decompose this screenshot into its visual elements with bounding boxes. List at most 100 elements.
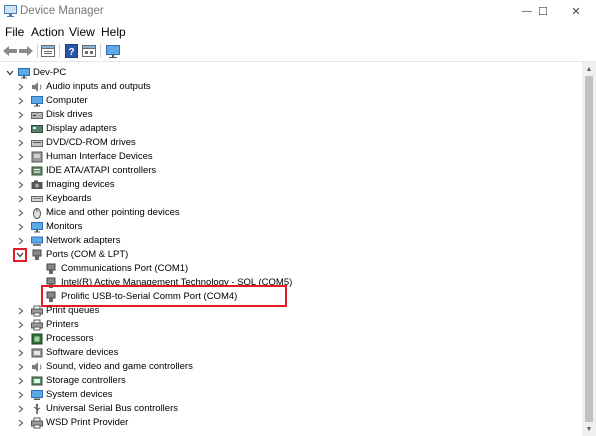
menu-bar: File Action View Help [0,23,596,41]
tree-category[interactable]: Audio inputs and outputs [0,80,580,94]
tree-category-label: Keyboards [46,193,92,204]
hid-icon [31,151,43,163]
tree-category-label: IDE ATA/ATAPI controllers [46,165,157,176]
tree-category[interactable]: Universal Serial Bus controllers [0,402,580,416]
tree-category[interactable]: Human Interface Devices [0,150,580,164]
tree-category[interactable]: System devices [0,388,580,402]
tree-category-label: Mice and other pointing devices [46,207,180,218]
toolbar: ? [0,41,596,62]
chevron-right-icon[interactable] [15,221,27,233]
tree-category[interactable]: Mice and other pointing devices [0,206,580,220]
monitor-icon[interactable] [105,43,121,59]
tree-root[interactable]: Dev-PC [0,66,580,80]
tree-category[interactable]: IDE ATA/ATAPI controllers [0,164,580,178]
port-icon [32,249,42,260]
system-device-icon [31,390,43,400]
menu-view[interactable]: View [67,25,97,39]
chevron-right-icon[interactable] [15,389,27,401]
toolbar-separator [100,44,101,58]
tree-category-label: System devices [46,389,113,400]
chevron-right-icon[interactable] [15,347,27,359]
tree-category[interactable]: Monitors [0,220,580,234]
vertical-scrollbar[interactable]: ▲ ▼ [582,62,596,436]
chevron-right-icon[interactable] [15,207,27,219]
tree-device-selected[interactable]: Prolific USB-to-Serial Comm Port (COM4) [0,285,580,307]
chevron-right-icon[interactable] [15,179,27,191]
tree-category-label: Disk drives [46,109,93,120]
tree-category[interactable]: Computer [0,94,580,108]
chevron-right-icon[interactable] [15,95,27,107]
tree-category[interactable]: DVD/CD-ROM drives [0,136,580,150]
display-adapter-icon [31,125,43,133]
tree-category-label: DVD/CD-ROM drives [46,137,136,148]
chevron-right-icon[interactable] [15,193,27,205]
tree-category[interactable]: Display adapters [0,122,580,136]
tree-category[interactable]: Imaging devices [0,178,580,192]
back-arrow-icon[interactable] [2,43,18,59]
chevron-right-icon[interactable] [15,361,27,373]
chevron-right-icon[interactable] [15,403,27,415]
tree-category[interactable]: WSD Print Provider [0,416,580,430]
printer-icon [31,305,43,317]
menu-help[interactable]: Help [99,25,128,39]
chevron-right-icon[interactable] [15,165,27,177]
tree-category-label: Ports (COM & LPT) [46,249,129,260]
chevron-right-icon[interactable] [15,235,27,247]
ide-controller-icon [31,166,43,176]
speaker-icon [32,82,42,92]
chevron-right-icon[interactable] [15,305,27,317]
tree-category[interactable]: Network adapters [0,234,580,248]
chevron-right-icon[interactable] [15,319,27,331]
chevron-right-icon[interactable] [15,375,27,387]
chevron-right-icon[interactable] [15,417,27,429]
keyboard-icon [31,196,43,202]
chevron-right-icon[interactable] [15,333,27,345]
tree-category-label: Computer [46,95,88,106]
disk-drive-icon [31,112,43,119]
tree-device[interactable]: Communications Port (COM1) [0,262,580,276]
port-icon [46,263,56,274]
tree-category-label: Printers [46,319,79,330]
forward-arrow-icon[interactable] [18,43,34,59]
menu-file[interactable]: File [3,25,26,39]
tree-category[interactable]: Processors [0,332,580,346]
storage-controller-icon [31,376,43,386]
properties-sheet-icon[interactable] [40,43,56,59]
chevron-right-icon[interactable] [15,109,27,121]
scrollbar-thumb[interactable] [585,76,593,422]
tree-category-label: Human Interface Devices [46,151,153,162]
scroll-up-icon[interactable]: ▲ [582,62,596,76]
printer-icon [31,417,43,429]
speaker-icon [32,362,42,372]
port-icon [46,291,56,302]
mouse-icon [33,208,41,219]
chevron-right-icon[interactable] [15,137,27,149]
camera-icon [31,180,43,189]
tree-category-expanded[interactable]: Ports (COM & LPT) [0,248,580,262]
computer-icon [18,68,30,79]
tree-category-label: WSD Print Provider [46,417,129,428]
tree-category[interactable]: Printers [0,318,580,332]
chevron-right-icon[interactable] [15,81,27,93]
tree-device-label: Communications Port (COM1) [61,263,189,274]
network-adapter-icon [31,236,43,246]
chevron-down-icon[interactable] [13,248,27,262]
tree-category[interactable]: Sound, video and game controllers [0,360,580,374]
tree-category[interactable]: Disk drives [0,108,580,122]
action-sheet-icon[interactable] [81,43,97,59]
tree-device-label: Prolific USB-to-Serial Comm Port (COM4) [61,291,238,302]
printer-icon [31,319,43,331]
menu-action[interactable]: Action [29,25,66,39]
tree-category[interactable]: Storage controllers [0,374,580,388]
device-manager-icon [4,5,17,17]
help-icon[interactable]: ? [63,43,79,59]
scroll-down-icon[interactable]: ▼ [582,422,596,436]
chevron-right-icon[interactable] [15,151,27,163]
tree-category[interactable]: Print queues [0,304,580,318]
chevron-down-icon[interactable] [4,67,16,79]
close-button[interactable]: ✕ [556,0,596,23]
device-tree: Dev-PC Audio inputs and outputs Computer… [0,62,582,436]
chevron-right-icon[interactable] [15,123,27,135]
tree-category[interactable]: Keyboards [0,192,580,206]
tree-category[interactable]: Software devices [0,346,580,360]
